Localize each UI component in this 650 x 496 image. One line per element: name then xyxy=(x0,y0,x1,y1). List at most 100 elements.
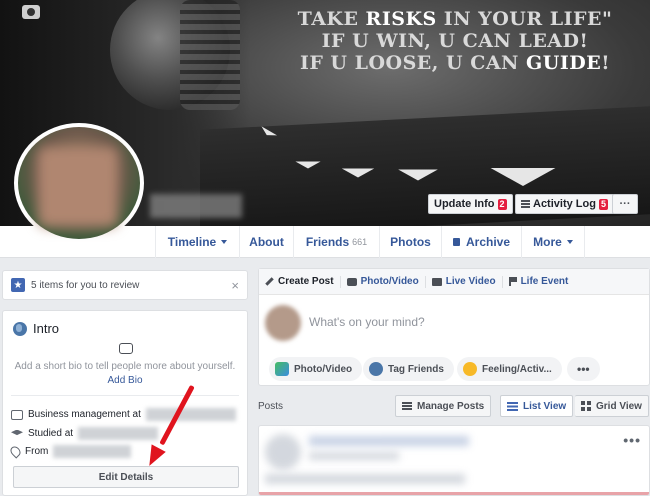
tab-more-label: More xyxy=(533,235,562,249)
grid-view-label: Grid View xyxy=(596,400,642,412)
update-info-label: Update Info xyxy=(434,198,495,210)
tab-friends[interactable]: Friends 661 xyxy=(293,226,379,258)
redacted-text xyxy=(53,445,132,458)
cover-quote: TAKE RISKS IN YOUR LIFE" IF U WIN, U CAN… xyxy=(270,8,640,74)
list-view-button[interactable]: List View xyxy=(500,395,574,417)
paper-boat-graphic xyxy=(341,168,375,178)
list-view-label: List View xyxy=(523,400,567,412)
tag-friends-icon xyxy=(369,362,383,376)
edit-details-label: Edit Details xyxy=(98,471,154,483)
intro-card: Intro Add a short bio to tell people mor… xyxy=(2,310,248,496)
quote-line-1: TAKE RISKS IN YOUR LIFE" xyxy=(270,8,640,30)
intro-title: Intro xyxy=(33,321,60,336)
redacted-text xyxy=(78,427,159,440)
caret-down-icon xyxy=(221,240,228,244)
add-bio-link[interactable]: Add Bio xyxy=(3,375,247,386)
divider xyxy=(11,395,239,396)
lock-icon xyxy=(452,238,460,246)
flag-icon xyxy=(508,277,517,286)
tag-friends-pill-label: Tag Friends xyxy=(388,363,444,375)
camera-icon[interactable] xyxy=(22,5,40,19)
grid-view-button[interactable]: Grid View xyxy=(575,395,649,417)
quote-line-3: IF U LOOSE, U CAN GUIDE! xyxy=(270,52,640,74)
tab-archive[interactable]: Archive xyxy=(441,226,521,258)
location-pin-icon xyxy=(8,444,23,459)
live-video-label: Live Video xyxy=(445,276,496,287)
photo-icon xyxy=(275,362,289,376)
from-text: From xyxy=(25,446,49,457)
post-meta-redacted xyxy=(309,452,399,460)
settings-icon xyxy=(402,402,412,410)
tab-more[interactable]: More xyxy=(521,226,585,258)
activity-log-label: Activity Log xyxy=(533,198,596,210)
tab-about[interactable]: About xyxy=(239,226,293,258)
manage-posts-button[interactable]: Manage Posts xyxy=(395,395,492,417)
grid-icon xyxy=(581,401,591,411)
more-dots-icon: ··· xyxy=(619,198,631,210)
graduation-cap-icon xyxy=(11,429,23,436)
work-text: Business management at xyxy=(28,409,141,420)
close-icon[interactable]: × xyxy=(231,278,239,293)
tab-about-label: About xyxy=(249,235,284,249)
avatar xyxy=(265,305,301,341)
cover-more-button[interactable]: ··· xyxy=(612,194,638,214)
post-menu-icon[interactable]: ••• xyxy=(623,432,641,448)
tab-photo-video[interactable]: Photo/Video xyxy=(341,275,426,288)
create-post-label: Create Post xyxy=(278,276,334,287)
post-composer: Create Post Photo/Video Live Video Life … xyxy=(258,268,650,386)
more-dots-icon: ••• xyxy=(577,362,590,376)
manage-posts-label: Manage Posts xyxy=(417,400,485,412)
face-blur xyxy=(38,147,118,227)
update-info-button[interactable]: Update Info 2 xyxy=(428,194,513,214)
photo-video-pill[interactable]: Photo/Video xyxy=(269,357,363,381)
video-icon xyxy=(431,277,442,286)
quote-text: IN YOUR LIFE" xyxy=(436,8,613,30)
status-input[interactable]: What's on your mind? xyxy=(309,315,425,329)
tab-archive-label: Archive xyxy=(465,235,511,249)
feeling-activity-pill[interactable]: Feeling/Activ... xyxy=(457,357,562,381)
profile-picture[interactable] xyxy=(14,123,144,243)
redacted-text xyxy=(145,408,236,421)
composer-more-button[interactable]: ••• xyxy=(567,357,600,381)
tab-photos-label: Photos xyxy=(390,235,431,249)
composer-tabs: Create Post Photo/Video Live Video Life … xyxy=(259,269,649,295)
briefcase-icon xyxy=(11,409,23,420)
edit-details-button[interactable]: Edit Details xyxy=(13,466,239,488)
tab-friends-label: Friends xyxy=(305,235,350,249)
intro-heading: Intro xyxy=(13,321,59,336)
caret-down-icon xyxy=(566,240,573,244)
tab-timeline[interactable]: Timeline xyxy=(155,226,239,258)
camera-icon xyxy=(346,277,357,286)
globe-icon xyxy=(13,321,27,336)
post-author-redacted xyxy=(309,436,469,446)
post-card: ••• xyxy=(258,425,650,496)
tab-create-post[interactable]: Create Post xyxy=(259,275,341,288)
list-icon xyxy=(507,401,518,411)
post-accent-bar xyxy=(259,492,649,495)
tab-timeline-label: Timeline xyxy=(167,235,217,249)
study-text: Studied at xyxy=(28,428,74,439)
pencil-icon xyxy=(265,277,274,286)
paper-boat-graphic xyxy=(398,169,438,181)
cover-gear-graphic xyxy=(180,0,240,110)
quote-text: ! xyxy=(601,52,611,74)
friends-count: 661 xyxy=(352,237,368,247)
review-text: 5 items for you to review xyxy=(31,279,140,291)
review-notice[interactable]: ★ 5 items for you to review × xyxy=(2,270,248,300)
tab-life-event[interactable]: Life Event xyxy=(503,276,575,288)
tab-photos[interactable]: Photos xyxy=(379,226,441,258)
paper-boat-graphic xyxy=(490,168,556,186)
work-row: Business management at xyxy=(11,408,236,421)
quote-highlight: RISKS xyxy=(365,8,437,30)
quote-text: TAKE xyxy=(297,8,366,30)
activity-log-button[interactable]: Activity Log 5 xyxy=(515,194,614,214)
tab-live-video[interactable]: Live Video xyxy=(426,275,503,288)
smiley-icon xyxy=(463,362,477,376)
quote-text: IF U LOOSE, U CAN xyxy=(299,52,527,74)
life-event-label: Life Event xyxy=(520,276,569,287)
hometown-row: From xyxy=(8,444,132,459)
tag-friends-pill[interactable]: Tag Friends xyxy=(363,357,454,381)
paper-boat-graphic xyxy=(295,161,321,169)
photo-video-pill-label: Photo/Video xyxy=(294,363,353,375)
quote-line-2: IF U WIN, U CAN LEAD! xyxy=(321,30,589,52)
